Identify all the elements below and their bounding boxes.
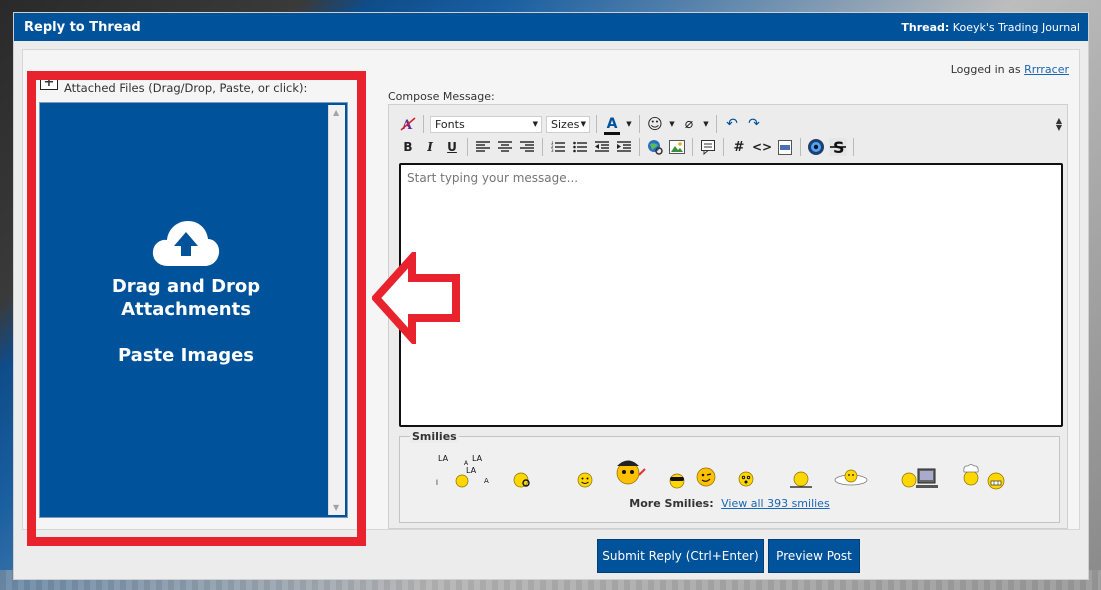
font-size-select[interactable]: Sizes ▼ [546, 115, 590, 133]
toolbar-separator [423, 115, 424, 133]
smiley-computer-icon[interactable] [900, 467, 940, 492]
smiley-la-text: LA [438, 454, 449, 463]
code-button[interactable]: <> [752, 138, 772, 157]
align-right-icon[interactable] [518, 138, 536, 157]
font-family-select[interactable]: Fonts ▼ [430, 115, 542, 133]
dropzone-line2: Attachments [121, 299, 251, 320]
php-code-icon[interactable] [776, 138, 794, 157]
smiley-chef-icon[interactable] [960, 463, 982, 490]
smiley-smile-icon[interactable] [577, 472, 593, 491]
smiley-wink-icon[interactable] [695, 466, 717, 491]
annotation-arrow-icon [372, 252, 460, 344]
toolbar-separator [716, 115, 717, 133]
svg-text:3: 3 [551, 148, 554, 153]
numbered-list-icon[interactable]: 123 [549, 138, 567, 157]
align-center-icon[interactable] [496, 138, 514, 157]
strikethrough-icon[interactable]: S [829, 138, 848, 157]
chevron-down-icon[interactable]: ▼ [625, 115, 633, 134]
more-smilies-label: More Smilies: [629, 497, 714, 510]
dropzone-line1: Drag and Drop [111, 276, 261, 297]
reply-dialog: Reply to Thread Thread: Koeyk's Trading … [13, 12, 1089, 580]
smiley-cool-icon[interactable] [667, 471, 687, 492]
smiley-grin-icon[interactable] [987, 472, 1005, 493]
thread-name: Koeyk's Trading Journal [952, 20, 1080, 34]
chevron-down-icon[interactable]: ▼ [668, 115, 676, 134]
smiley-pirate-icon[interactable] [613, 455, 647, 490]
smiley-la-text: LA [466, 466, 477, 475]
toggle-size-icon[interactable]: ▲ ▼ [1056, 117, 1062, 132]
bullet-list-icon[interactable] [571, 138, 589, 157]
toolbar-separator [596, 115, 597, 133]
logged-in-text: Logged in as [950, 63, 1021, 76]
font-color-icon[interactable]: A [603, 115, 621, 135]
toolbar-row-1: A Fonts ▼ Sizes ▼ A ▼ ☺ ▼ ⌀ ▼ [399, 114, 763, 135]
redo-icon[interactable]: ↷ [745, 115, 763, 134]
smilies-box: Smilies LA A LA LA l A More Smilies: Vie… [399, 430, 1060, 523]
align-left-icon[interactable] [474, 138, 492, 157]
thread-label: Thread: [901, 20, 950, 34]
undo-icon[interactable]: ↶ [723, 115, 741, 134]
logged-in-info: Logged in as Rrrracer [951, 63, 1069, 76]
attachment-dropzone[interactable]: Drag and Drop Attachments Paste Images ▲… [39, 102, 348, 518]
dropzone-heading: Drag and Drop Attachments [42, 275, 330, 321]
underline-button[interactable]: U [443, 138, 461, 157]
smiley-shocked-icon[interactable] [738, 471, 754, 490]
remove-format-icon[interactable]: A [399, 115, 417, 134]
chevron-down-icon: ▼ [532, 120, 538, 128]
view-all-smilies-link[interactable]: View all 393 smilies [721, 497, 830, 510]
scroll-down-icon[interactable]: ▼ [333, 503, 339, 512]
hash-tag-button[interactable]: # [730, 138, 748, 157]
username-link[interactable]: Rrrracer [1024, 63, 1069, 76]
insert-video-icon[interactable] [807, 138, 825, 157]
font-select-value: Fonts [435, 117, 465, 131]
toolbar-separator [692, 138, 693, 156]
toolbar-separator [800, 138, 802, 156]
smiley-search-icon[interactable] [512, 471, 532, 492]
cloud-upload-icon [152, 221, 220, 266]
italic-button[interactable]: I [421, 138, 439, 157]
attach-label-text: Attached Files (Drag/Drop, Paste, or cli… [64, 80, 308, 95]
indent-icon[interactable] [615, 138, 633, 157]
toolbar-separator [723, 138, 724, 156]
size-select-value: Sizes [551, 117, 580, 131]
toolbar-separator [639, 138, 640, 156]
smiley-lying-icon[interactable] [788, 471, 814, 492]
smiley-icon[interactable]: ☺ [646, 115, 664, 134]
chevron-down-icon[interactable]: ▼ [702, 115, 710, 134]
smiley-la-text: LA [472, 454, 483, 463]
dropzone-paste: Paste Images [117, 345, 255, 366]
more-smilies: More Smilies: View all 393 smilies [400, 497, 1059, 510]
quote-icon[interactable] [699, 138, 717, 157]
toolbar-separator [853, 138, 855, 156]
toolbar-separator [467, 138, 468, 156]
preview-post-button[interactable]: Preview Post [768, 539, 860, 573]
add-attachment-icon[interactable]: + [40, 75, 58, 90]
submit-reply-button[interactable]: Submit Reply (Ctrl+Enter) [597, 539, 764, 573]
thread-info: Thread: Koeyk's Trading Journal [901, 21, 1080, 34]
paperclip-icon[interactable]: ⌀ [680, 115, 698, 134]
reply-panel: Logged in as Rrrracer + Attached Files (… [22, 49, 1080, 530]
smilies-row: LA A LA LA l A [430, 454, 1050, 495]
insert-image-icon[interactable] [668, 138, 686, 157]
chevron-down-icon: ▼ [580, 120, 586, 128]
smilies-legend: Smilies [410, 430, 459, 443]
smiley-lala-icon[interactable]: LA A LA LA l A [436, 451, 496, 491]
dialog-titlebar: Reply to Thread Thread: Koeyk's Trading … [14, 13, 1088, 41]
insert-link-icon[interactable] [646, 138, 664, 157]
toolbar-separator [639, 115, 640, 133]
svg-text:A: A [484, 477, 489, 485]
smiley-flat-icon[interactable] [833, 469, 869, 490]
toolbar-row-2: B I U 123 # <> S [399, 137, 856, 157]
scroll-up-icon[interactable]: ▲ [333, 108, 339, 117]
dialog-title: Reply to Thread [24, 19, 141, 35]
message-editor: A Fonts ▼ Sizes ▼ A ▼ ☺ ▼ ⌀ ▼ [388, 104, 1068, 529]
attach-label: + Attached Files (Drag/Drop, Paste, or c… [40, 75, 308, 95]
dropzone-scrollbar[interactable]: ▲ ▼ [328, 105, 345, 515]
compose-label: Compose Message: [388, 90, 495, 103]
svg-text:l: l [436, 479, 438, 487]
bold-button[interactable]: B [399, 138, 417, 157]
outdent-icon[interactable] [593, 138, 611, 157]
toolbar-separator [542, 138, 543, 156]
message-textarea[interactable] [399, 163, 1063, 427]
